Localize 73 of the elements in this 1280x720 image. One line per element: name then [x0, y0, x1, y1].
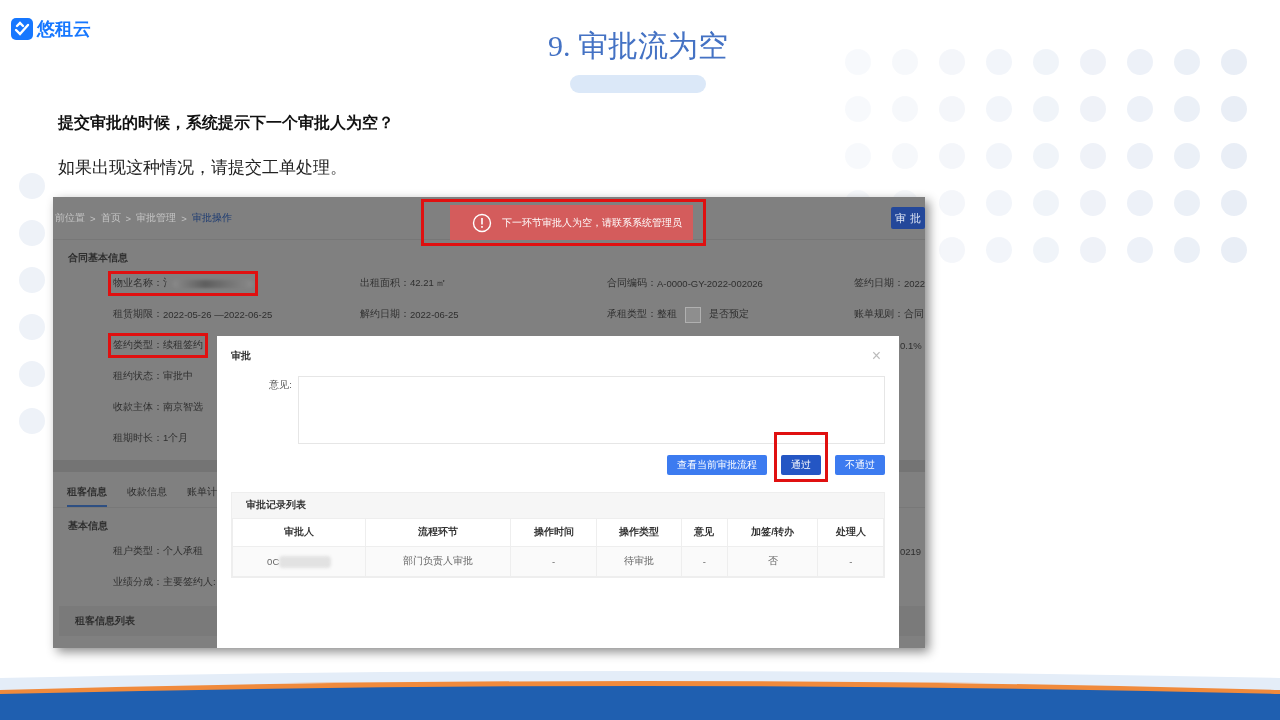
logo-icon	[11, 18, 33, 40]
field-value: 合同	[904, 308, 924, 321]
table-cell: -	[849, 556, 853, 567]
tab[interactable]: 账单计	[187, 486, 217, 507]
field-value: 个人承租	[163, 545, 203, 558]
comment-field[interactable]	[298, 376, 885, 444]
answer-text: 如果出现这种情况，请提交工单处理。	[58, 157, 347, 179]
breadcrumb-separator: >	[181, 212, 187, 224]
field-value: 续租签约	[163, 339, 203, 352]
breadcrumb-item[interactable]: 首页	[100, 211, 121, 225]
field-value: 主要签约人:	[163, 576, 216, 589]
column-header: 流程环节	[365, 518, 511, 547]
dialog-button[interactable]: 通过	[781, 455, 821, 475]
field-value: 审批中	[163, 370, 193, 383]
section-title: 合同基本信息	[68, 252, 128, 265]
toast-message: 下一环节审批人为空，请联系系统管理员	[502, 215, 682, 230]
field-label: 账单规则：	[854, 308, 904, 321]
breadcrumb-separator: >	[90, 212, 96, 224]
field-label: 出租面积：	[360, 277, 410, 290]
field-label: 业绩分成：	[113, 576, 163, 589]
field-value: 1个月	[163, 432, 189, 445]
field-value: 氵	[163, 277, 173, 290]
dialog-button[interactable]: 查看当前审批流程	[667, 455, 767, 475]
field-value: 0219	[900, 546, 922, 557]
breadcrumb-item[interactable]: 审批操作	[191, 211, 232, 225]
approve-button[interactable]: 审 批	[891, 207, 925, 229]
column-header: 操作类型	[596, 518, 682, 547]
field-value: 42.21 ㎡	[410, 277, 447, 290]
field-value: 2022	[904, 278, 925, 289]
close-button[interactable]: ×	[871, 347, 881, 365]
column-header: 操作时间	[510, 518, 597, 547]
field-label: 租户类型：	[113, 545, 163, 558]
field-value: 0.1%	[900, 340, 922, 351]
field-label: 解约日期：	[360, 308, 410, 321]
dialog-title: 审批	[231, 349, 251, 363]
column-header: 加签/转办	[727, 518, 818, 547]
column-header: 意见	[681, 518, 728, 547]
field-value: 2022-05-26 —2022-06-25	[163, 309, 273, 320]
field-label: 签约日期：	[854, 277, 904, 290]
warning-icon	[472, 212, 492, 233]
field-label: 合同编码：	[607, 277, 657, 290]
list-title: 租客信息列表	[75, 614, 135, 628]
column-header: 处理人	[817, 518, 884, 547]
breadcrumb-separator: >	[125, 212, 132, 224]
checkbox-label: 是否预定	[709, 308, 749, 321]
field-value: 2022-06-25	[410, 309, 459, 320]
field-label: 租约状态：	[113, 370, 163, 383]
field-label: 承租类型：	[607, 308, 657, 321]
field-label: 租期时长：	[113, 432, 163, 445]
section-title: 基本信息	[68, 520, 108, 533]
table-cell: -	[702, 556, 707, 567]
table-cell: 部门负责人审批	[403, 555, 474, 568]
column-header: 审批人	[232, 518, 366, 547]
dialog-button[interactable]: 不通过	[835, 455, 885, 475]
question-text: 提交审批的时候，系统提示下一个审批人为空？	[58, 113, 394, 133]
field-label: 物业名称：	[113, 277, 163, 290]
tab[interactable]: 租客信息	[67, 486, 107, 507]
slide-title: 9. 审批流为空	[548, 28, 728, 64]
table-cell: 0C	[267, 556, 280, 567]
table-cell: 否	[767, 555, 778, 568]
field-value: 整租	[657, 308, 677, 321]
checkbox[interactable]	[685, 306, 701, 323]
table-cell: 待审批	[623, 555, 654, 568]
tab[interactable]: 收款信息	[127, 486, 167, 507]
field-label: 收款主体：	[113, 401, 163, 414]
table-cell: -	[551, 556, 556, 567]
panel-title: 审批记录列表	[246, 499, 306, 512]
brand-name: 悠租云	[37, 18, 91, 41]
field-label: 意见:	[268, 378, 292, 392]
field-value: A-0000-GY-2022-002026	[657, 278, 763, 289]
field-value: 南京智选	[163, 401, 203, 414]
field-label: 租赁期限：	[113, 308, 163, 321]
field-label: 签约类型：	[113, 339, 163, 352]
